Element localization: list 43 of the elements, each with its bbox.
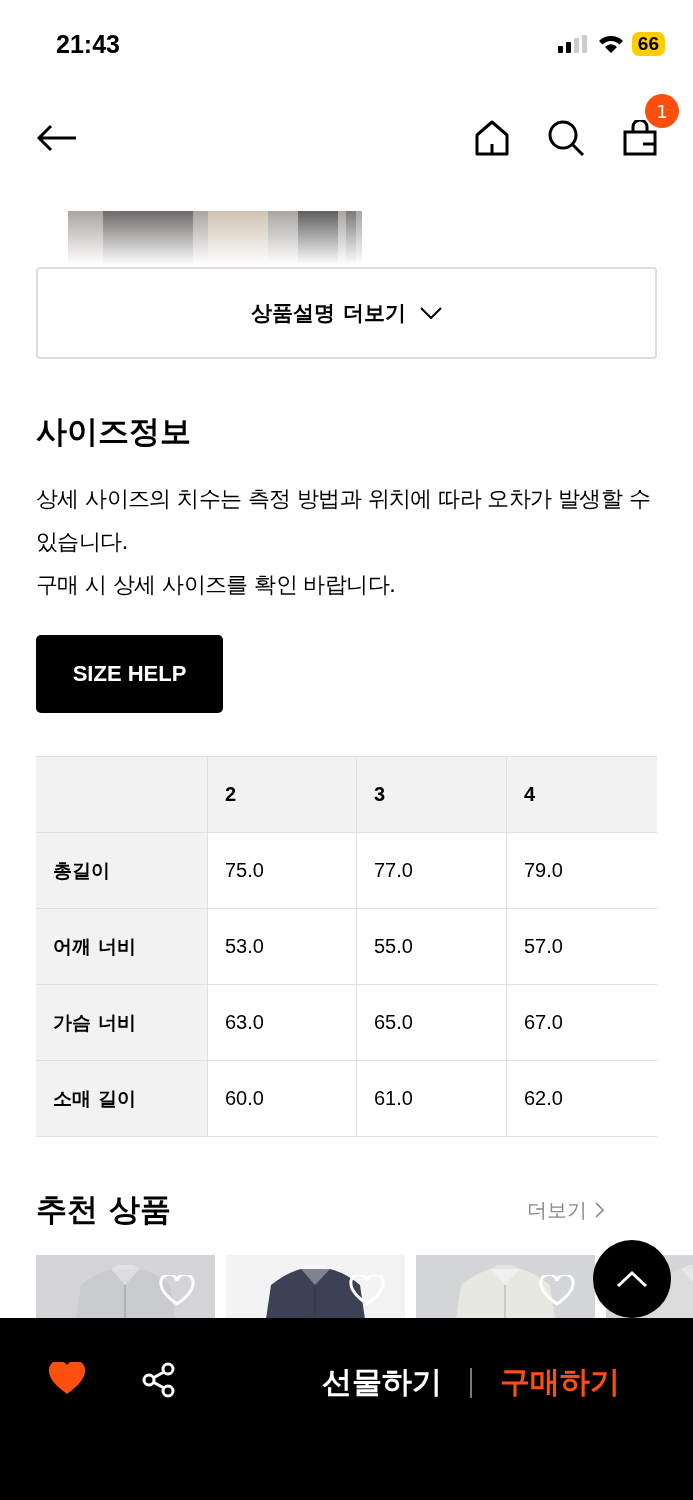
- chevron-right-icon: [595, 1202, 605, 1218]
- table-cell: 57.0: [507, 909, 657, 985]
- row-header: 가슴 너비: [36, 985, 208, 1061]
- table-cell: 62.0: [507, 1061, 657, 1137]
- size-column-header: 3: [357, 757, 507, 833]
- row-header: 총길이: [36, 833, 208, 909]
- size-notice: 구매 시 상세 사이즈를 확인 바랍니다.: [36, 571, 397, 599]
- signal-icon: [557, 35, 590, 53]
- heart-icon[interactable]: [349, 1275, 385, 1307]
- chevron-up-icon: [616, 1270, 648, 1288]
- back-arrow-icon[interactable]: [36, 123, 78, 153]
- cart-count-badge: 1: [645, 94, 679, 128]
- section-title: 사이즈정보: [36, 412, 192, 451]
- table-cell: 55.0: [357, 909, 507, 985]
- gift-button[interactable]: 선물하기: [322, 1362, 442, 1403]
- size-help-button[interactable]: SIZE HELP: [36, 635, 223, 713]
- search-icon[interactable]: [547, 119, 585, 157]
- row-header: 소매 길이: [36, 1061, 208, 1137]
- buy-button[interactable]: 구매하기: [500, 1362, 620, 1403]
- more-link[interactable]: 더보기: [527, 1196, 605, 1224]
- row-header: 어깨 너비: [36, 909, 208, 985]
- share-icon[interactable]: [142, 1362, 176, 1398]
- table-cell: 67.0: [507, 985, 657, 1061]
- chevron-down-icon: [419, 307, 442, 319]
- battery-indicator: 66: [631, 32, 665, 56]
- wifi-icon: [597, 35, 624, 53]
- size-column-header: 2: [208, 757, 357, 833]
- size-notice: 상세 사이즈의 치수는 측정 방법과 위치에 따라 오차가 발생할 수 있습니다.: [36, 485, 651, 556]
- status-time: 21:43: [56, 29, 120, 59]
- more-description-button[interactable]: 상품설명 더보기: [36, 267, 657, 359]
- size-column-header: 4: [507, 757, 657, 833]
- table-cell: 75.0: [208, 833, 357, 909]
- table-cell: 63.0: [208, 985, 357, 1061]
- table-cell: 61.0: [357, 1061, 507, 1137]
- section-title: 추천 상품: [36, 1190, 171, 1229]
- table-cell: 77.0: [357, 833, 507, 909]
- table-cell: 79.0: [507, 833, 657, 909]
- heart-icon[interactable]: [48, 1362, 86, 1396]
- home-icon[interactable]: [475, 120, 509, 156]
- bag-icon[interactable]: [623, 120, 657, 156]
- table-cell: 60.0: [208, 1061, 357, 1137]
- table-cell: 65.0: [357, 985, 507, 1061]
- table-cell: 53.0: [208, 909, 357, 985]
